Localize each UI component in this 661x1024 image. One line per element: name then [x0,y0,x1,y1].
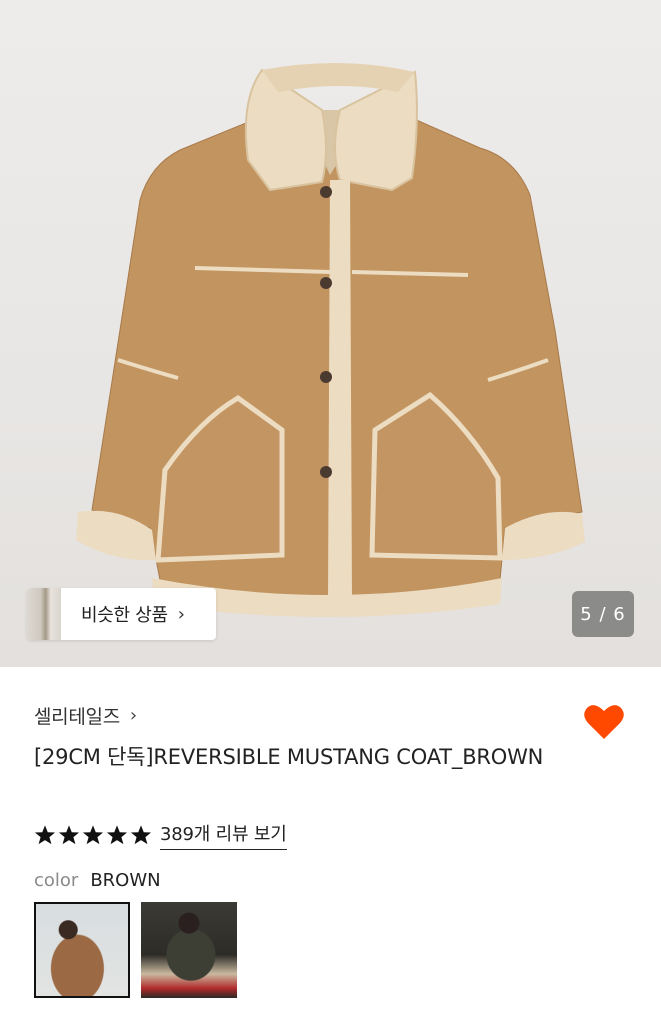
similar-products-label: 비슷한 상품 [81,605,168,626]
similar-product-thumbnail [27,588,61,640]
coat-product-image [76,62,585,617]
chevron-right-icon: › [177,603,185,625]
star-icon [34,825,56,845]
chevron-right-icon: › [129,705,138,726]
color-value: BROWN [90,870,161,891]
rating-stars [34,824,152,846]
star-icon [106,825,128,845]
color-swatches [34,902,237,998]
star-icon [58,825,80,845]
rating-row: 389개 리뷰 보기 [34,820,287,850]
image-page-indicator: 5 / 6 [572,591,634,637]
brand-name: 셀리테일즈 [34,706,120,728]
product-title: [29CM 단독]REVERSIBLE MUSTANG COAT_BROWN [34,745,544,769]
color-label: color [34,870,79,891]
swatch-model-outdoor[interactable] [141,902,237,998]
similar-products-button[interactable]: 비슷한 상품 › [27,588,216,640]
review-link[interactable]: 389개 리뷰 보기 [160,820,287,850]
star-icon [82,825,104,845]
color-row: color BROWN [34,870,161,891]
product-image-gallery[interactable]: 비슷한 상품 › 5 / 6 [0,0,661,667]
star-icon [130,825,152,845]
brand-link[interactable]: 셀리테일즈 › [34,702,137,729]
heart-icon[interactable] [583,702,625,742]
swatch-model-brown[interactable] [34,902,130,998]
